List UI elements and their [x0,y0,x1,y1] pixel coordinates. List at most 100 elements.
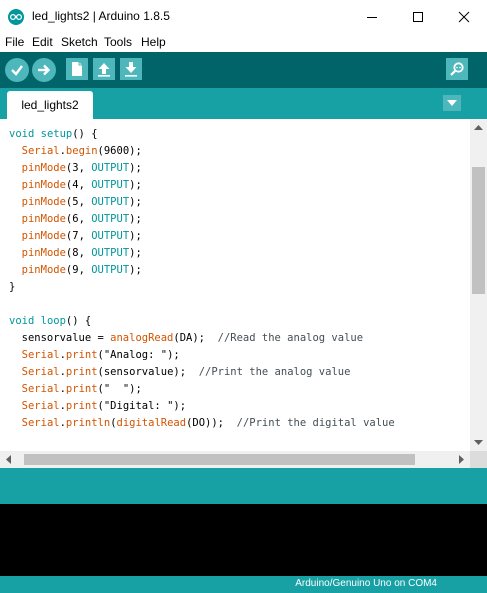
code-token: (8, [65,247,92,259]
code-token: digitalRead [116,417,187,429]
code-token: sensorvalue = [9,332,111,344]
code-line[interactable] [9,296,395,313]
maximize-button[interactable] [395,0,441,33]
code-token: //Print the analog value [198,366,351,378]
console-output[interactable] [0,504,487,576]
code-token: OUTPUT [91,247,130,259]
code-token: ); [129,162,142,174]
code-line[interactable]: Serial.print("Analog: "); [9,347,395,364]
serial-monitor-button[interactable] [446,58,468,80]
code-token: Serial [21,366,60,378]
verify-button[interactable] [5,58,29,82]
window-title: led_lights2 | Arduino 1.8.5 [32,9,170,23]
code-token: loop [40,315,66,327]
scroll-corner [470,451,487,468]
code-line[interactable]: pinMode(5, OUTPUT); [9,194,395,211]
horizontal-scroll-thumb[interactable] [24,454,415,465]
save-button[interactable] [120,58,142,80]
code-token: void [9,128,35,140]
scroll-right-icon[interactable] [459,455,464,464]
menu-file[interactable]: File [5,35,24,49]
code-token: () { [72,128,98,140]
code-token: OUTPUT [91,179,130,191]
code-line[interactable]: sensorvalue = analogRead(DA); //Read the… [9,330,395,347]
toolbar [0,52,487,88]
code-line[interactable]: } [9,279,395,296]
code-line[interactable]: Serial.print(" "); [9,381,395,398]
code-token: Serial [21,400,60,412]
open-icon [98,63,110,77]
code-token: () { [65,315,92,327]
tab-label: led_lights2 [21,98,79,112]
code-token: Serial [21,145,60,157]
code-token: OUTPUT [91,213,130,225]
code-token: ); [129,179,142,191]
code-token: (DO)); [186,417,237,429]
upload-icon [38,64,51,76]
code-line[interactable]: void loop() { [9,313,395,330]
menu-tools[interactable]: Tools [104,35,132,49]
code-token: print [65,349,98,361]
code-token: (5, [65,196,92,208]
code-token: } [9,281,16,293]
close-button[interactable] [441,0,487,33]
code-token: ); [129,264,142,276]
code-token: (9, [65,264,92,276]
code-token: (6, [65,213,92,225]
code-token: ); [129,213,142,225]
code-token: ("Analog: "); [97,349,180,361]
scroll-up-icon[interactable] [474,125,483,130]
serial-monitor-icon [450,62,464,76]
verify-icon [11,65,23,76]
vertical-scroll-thumb[interactable] [472,167,485,294]
code-line[interactable]: pinMode(8, OUTPUT); [9,245,395,262]
open-button[interactable] [93,58,115,80]
code-editor[interactable]: void setup() { Serial.begin(9600); pinMo… [0,119,470,451]
new-button[interactable] [66,58,88,80]
code-token: OUTPUT [91,264,130,276]
code-token: pinMode [21,264,66,276]
code-line[interactable]: pinMode(6, OUTPUT); [9,211,395,228]
tab-led-lights2[interactable]: led_lights2 [7,91,93,119]
status-bar [0,468,487,504]
menu-edit[interactable]: Edit [32,35,53,49]
tab-menu-button[interactable] [443,95,461,111]
code-line[interactable]: void setup() { [9,126,395,143]
minimize-button[interactable] [349,0,395,33]
code-line[interactable]: Serial.print(sensorvalue); //Print the a… [9,364,395,381]
code-line[interactable]: Serial.begin(9600); [9,143,395,160]
code-token: begin [65,145,98,157]
menu-sketch[interactable]: Sketch [61,35,98,49]
title-bar: led_lights2 | Arduino 1.8.5 [0,0,487,33]
code-token: setup [40,128,73,140]
code-token: analogRead [110,332,174,344]
code-token: (" "); [97,383,142,395]
code-line[interactable]: pinMode(9, OUTPUT); [9,262,395,279]
code-token: (3, [65,162,92,174]
code-token: print [65,366,98,378]
code-line[interactable]: Serial.print("Digital: "); [9,398,395,415]
menu-help[interactable]: Help [141,35,166,49]
upload-button[interactable] [32,58,56,82]
code-token: Serial [21,349,60,361]
code-text[interactable]: void setup() { Serial.begin(9600); pinMo… [9,126,395,432]
tab-bar: led_lights2 [0,88,487,119]
board-status: Arduino/Genuino Uno on COM4 [295,578,437,589]
minimize-icon [367,16,377,18]
code-line[interactable]: pinMode(4, OUTPUT); [9,177,395,194]
code-token: print [65,383,98,395]
scroll-down-icon[interactable] [474,440,483,445]
scroll-left-icon[interactable] [6,455,11,464]
code-line[interactable]: Serial.println(digitalRead(DO)); //Print… [9,415,395,432]
vertical-scrollbar[interactable] [470,119,487,451]
code-line[interactable]: pinMode(3, OUTPUT); [9,160,395,177]
code-token: OUTPUT [91,196,130,208]
code-line[interactable]: pinMode(7, OUTPUT); [9,228,395,245]
horizontal-scrollbar[interactable] [0,451,470,468]
